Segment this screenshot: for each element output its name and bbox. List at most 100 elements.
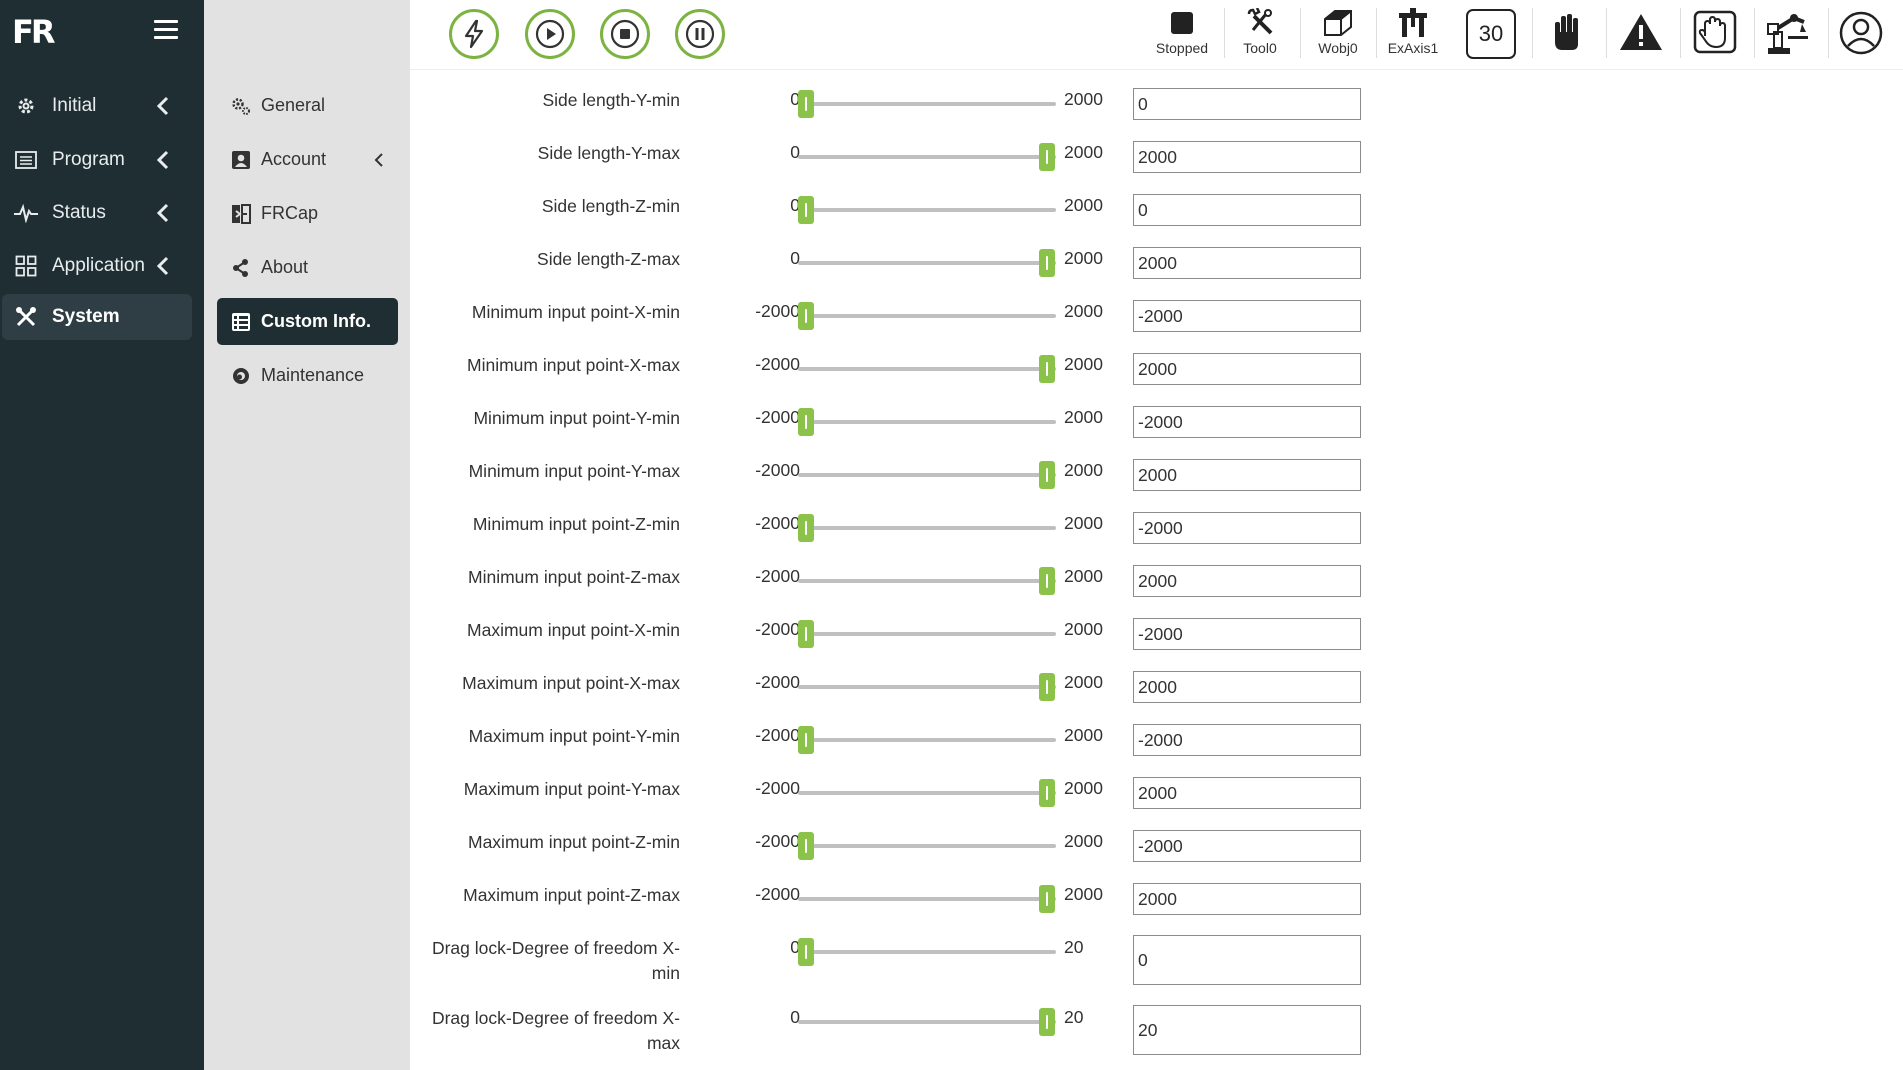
slider-track[interactable] <box>798 420 1056 424</box>
play-button[interactable] <box>525 9 575 59</box>
sidebar-item-program[interactable]: Program <box>2 137 192 183</box>
slider-thumb[interactable] <box>1039 355 1055 383</box>
slider-thumb[interactable] <box>1039 885 1055 913</box>
param-row: Maximum input point-Z-min -2000 2000 <box>410 830 1903 883</box>
slider-track[interactable] <box>798 314 1056 318</box>
wrench-icon <box>1247 8 1273 35</box>
param-row: Minimum input point-X-min -2000 2000 <box>410 300 1903 353</box>
drag-mode-button[interactable] <box>1688 10 1742 68</box>
slider-thumb[interactable] <box>1039 779 1055 807</box>
param-row: Minimum input point-Y-max -2000 2000 <box>410 459 1903 512</box>
slider-thumb[interactable] <box>798 302 814 330</box>
warning-button[interactable] <box>1614 12 1668 70</box>
slider-track[interactable] <box>798 208 1056 212</box>
param-value-input[interactable] <box>1133 459 1361 491</box>
submenu-item-about[interactable]: About <box>217 244 398 291</box>
user-profile-button[interactable] <box>1836 10 1886 68</box>
slider-min-label: -2000 <box>755 301 800 321</box>
stop-icon <box>610 19 640 49</box>
slider-track[interactable] <box>798 844 1056 848</box>
slider-track[interactable] <box>798 155 1056 159</box>
pause-button[interactable] <box>675 9 725 59</box>
sidebar-item-label: Initial <box>52 95 97 116</box>
slider-thumb[interactable] <box>798 514 814 542</box>
param-value-input[interactable] <box>1133 724 1361 756</box>
param-value-input[interactable] <box>1133 300 1361 332</box>
submenu-item-general[interactable]: General <box>217 82 398 129</box>
slider-min-label: -2000 <box>755 831 800 851</box>
status-stopped[interactable]: Stopped <box>1152 6 1212 64</box>
slider-max-label: 2000 <box>1064 460 1103 480</box>
status-wobj[interactable]: Wobj0 <box>1308 6 1368 64</box>
slider-thumb[interactable] <box>798 196 814 224</box>
power-button[interactable] <box>449 9 499 59</box>
param-value-input[interactable] <box>1133 671 1361 703</box>
slider-track[interactable] <box>798 1020 1056 1024</box>
slider-track[interactable] <box>798 367 1056 371</box>
sidebar-item-initial[interactable]: Initial <box>2 83 192 129</box>
slider-track[interactable] <box>798 685 1056 689</box>
param-value-input[interactable] <box>1133 88 1361 120</box>
slider-thumb[interactable] <box>798 620 814 648</box>
param-value-input[interactable] <box>1133 141 1361 173</box>
stop-button[interactable] <box>600 9 650 59</box>
param-value-input[interactable] <box>1133 194 1361 226</box>
slider-max-label: 2000 <box>1064 778 1103 798</box>
slider-track[interactable] <box>798 791 1056 795</box>
slider-thumb[interactable] <box>1039 567 1055 595</box>
status-exaxis[interactable]: ExAxis1 <box>1382 6 1444 64</box>
power-icon <box>464 19 484 49</box>
slider-track[interactable] <box>798 897 1056 901</box>
submenu-item-maintenance[interactable]: Maintenance <box>217 352 398 399</box>
param-value-input[interactable] <box>1133 353 1361 385</box>
param-value-input[interactable] <box>1133 512 1361 544</box>
submenu-item-frcap[interactable]: FRCap <box>217 190 398 237</box>
sidebar-item-application[interactable]: Application <box>2 243 192 289</box>
slider-track[interactable] <box>798 473 1056 477</box>
slider-track[interactable] <box>798 261 1056 265</box>
param-value-input[interactable] <box>1133 618 1361 650</box>
robot-button[interactable] <box>1760 8 1816 66</box>
slider-track[interactable] <box>798 102 1056 106</box>
slider-thumb[interactable] <box>798 938 814 966</box>
slider-max-label: 2000 <box>1064 725 1103 745</box>
gears-icon <box>231 96 251 116</box>
slider-thumb[interactable] <box>1039 143 1055 171</box>
slider-thumb[interactable] <box>1039 249 1055 277</box>
slider-min-label: -2000 <box>755 513 800 533</box>
menu-toggle-icon[interactable] <box>154 20 180 42</box>
param-value-input[interactable] <box>1133 830 1361 862</box>
slider-track[interactable] <box>798 526 1056 530</box>
sidebar-item-status[interactable]: Status <box>2 190 192 236</box>
param-value-input[interactable] <box>1133 1005 1361 1055</box>
toolbar-divider <box>1754 8 1755 58</box>
slider-thumb[interactable] <box>798 726 814 754</box>
param-value-input[interactable] <box>1133 935 1361 985</box>
slider-thumb[interactable] <box>798 832 814 860</box>
param-value-input[interactable] <box>1133 883 1361 915</box>
slider-min-label: 0 <box>790 142 800 162</box>
submenu-item-custom-info[interactable]: Custom Info. <box>217 298 398 345</box>
param-value-input[interactable] <box>1133 777 1361 809</box>
slider-track[interactable] <box>798 738 1056 742</box>
submenu-item-account[interactable]: Account <box>217 136 398 183</box>
slider-track[interactable] <box>798 950 1056 954</box>
chevron-left-icon <box>156 150 169 170</box>
slider-thumb[interactable] <box>798 408 814 436</box>
param-value-input[interactable] <box>1133 406 1361 438</box>
param-value-input[interactable] <box>1133 247 1361 279</box>
speed-indicator[interactable]: 30 <box>1466 9 1516 59</box>
slider-thumb[interactable] <box>1039 1008 1055 1036</box>
hand-guide-button[interactable] <box>1540 12 1594 70</box>
slider-thumb[interactable] <box>798 90 814 118</box>
param-label: Minimum input point-Z-min <box>472 514 680 534</box>
slider-track[interactable] <box>798 632 1056 636</box>
param-value-input[interactable] <box>1133 565 1361 597</box>
status-tool[interactable]: Tool0 <box>1232 6 1288 64</box>
slider-thumb[interactable] <box>1039 461 1055 489</box>
slider-thumb[interactable] <box>1039 673 1055 701</box>
grid-icon <box>13 254 39 278</box>
slider-track[interactable] <box>798 579 1056 583</box>
sidebar-item-system[interactable]: System <box>2 294 192 340</box>
slider-max-label: 2000 <box>1064 513 1103 533</box>
